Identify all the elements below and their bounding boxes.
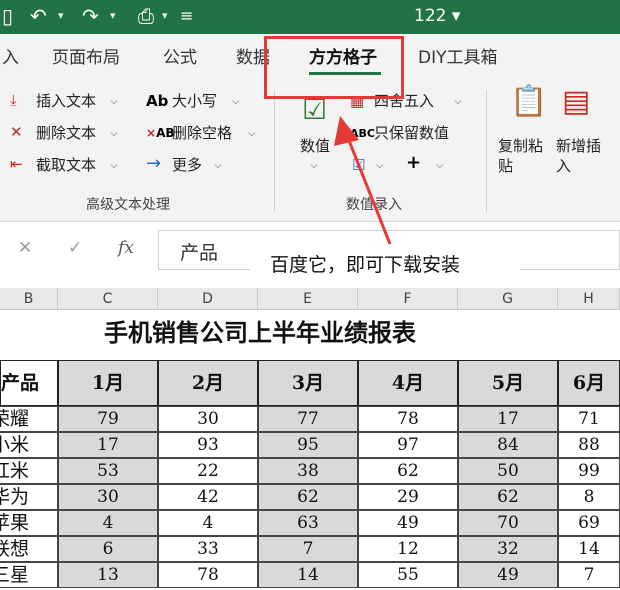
annotation-arrow	[334, 116, 392, 245]
